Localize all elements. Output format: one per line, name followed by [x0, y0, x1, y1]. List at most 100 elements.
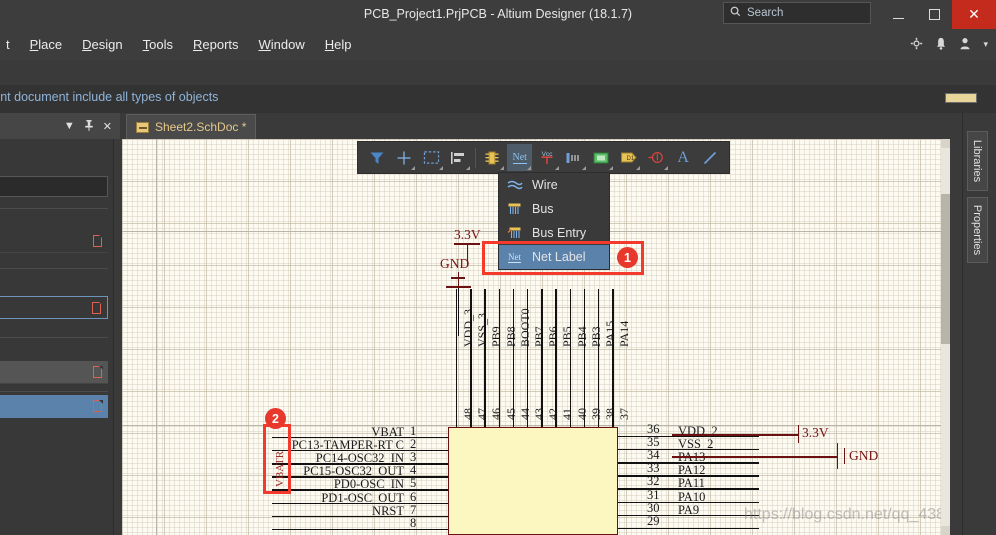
gnd-bar-2	[451, 277, 465, 279]
menu-item-edit[interactable]: t	[0, 34, 20, 55]
list-item[interactable]	[0, 296, 108, 319]
svg-text:D1: D1	[626, 156, 634, 162]
net-stem-gnd-right	[837, 443, 839, 469]
vertical-tab-label: Libraries	[971, 139, 984, 183]
bell-icon[interactable]	[935, 37, 947, 53]
canvas-vertical-scrollbar[interactable]	[941, 139, 950, 535]
port-icon[interactable]	[562, 144, 587, 171]
menu-item-wire[interactable]: Wire	[499, 173, 609, 197]
minimize-button[interactable]	[880, 0, 916, 29]
menu-item-help[interactable]: Help	[315, 34, 362, 55]
net-label-icon[interactable]: Net	[507, 144, 533, 171]
panel-header-controls: ▼ ✕	[0, 113, 120, 139]
menu-item-tools[interactable]: Tools	[133, 34, 183, 55]
pin-label: PA14	[617, 320, 632, 347]
component-body[interactable]	[448, 427, 618, 535]
component-icon[interactable]	[480, 144, 505, 171]
filter-icon[interactable]	[364, 144, 389, 171]
altium-designer-window: PCB_Project1.PrjPCB - Altium Designer (1…	[0, 0, 996, 535]
pin-wire	[272, 528, 448, 531]
list-item[interactable]	[0, 395, 108, 418]
gear-icon[interactable]	[910, 37, 923, 53]
filter-hint-row: urrent document include all types of obj…	[0, 85, 996, 113]
net-label-gnd-top[interactable]: GND	[440, 256, 469, 272]
menu-item-label: Wire	[532, 178, 558, 192]
net-label-3v3-right[interactable]: 3.3V	[802, 425, 829, 441]
align-icon[interactable]	[446, 144, 471, 171]
pin-label: PB3	[588, 326, 603, 347]
pin-icon[interactable]	[84, 119, 94, 134]
text-icon[interactable]: A	[671, 144, 696, 171]
scrollbar-thumb[interactable]	[941, 194, 950, 344]
pin-wire	[527, 289, 529, 427]
menu-item-window[interactable]: Window	[249, 34, 315, 55]
panel-divider	[0, 337, 108, 338]
toolbar-separator	[474, 147, 476, 168]
pin-number: 42	[546, 408, 561, 420]
pin-wire	[512, 289, 515, 427]
menu-item-label: Bus Entry	[532, 226, 587, 240]
watermark-text: https://blog.csdn.net/qq_43843118	[744, 506, 946, 523]
pin-label: PA15	[603, 320, 617, 347]
search-box[interactable]: Search	[723, 2, 871, 24]
pin-number: 45	[503, 408, 518, 420]
filter-hint-text: urrent document include all types of obj…	[0, 90, 219, 104]
designator-icon[interactable]: D1	[616, 144, 641, 171]
list-item[interactable]	[0, 230, 108, 253]
document-icon	[93, 365, 103, 378]
power-port-icon[interactable]: Vcc	[534, 144, 559, 171]
scroll-up-arrow[interactable]	[941, 139, 950, 148]
pin-number: 41	[560, 408, 575, 420]
net-stem-3v3-right	[798, 425, 800, 443]
no-erc-icon[interactable]	[643, 144, 668, 171]
active-bar-toolbar: Net Vcc D1 A	[357, 141, 730, 174]
close-button[interactable]: ✕	[952, 0, 996, 29]
pin-number: 38	[603, 408, 617, 420]
chevron-down-icon[interactable]: ▾	[983, 39, 988, 50]
pin-wire	[470, 289, 472, 427]
pin-label: VDD_3	[461, 309, 475, 347]
crosshair-icon[interactable]	[391, 144, 416, 171]
document-tab-label: Sheet2.SchDoc *	[155, 120, 247, 134]
chevron-down-icon[interactable]: ▼	[64, 120, 75, 132]
net-wire-gnd-right	[672, 456, 837, 458]
menu-item-label: Bus	[532, 202, 554, 216]
panel-divider	[0, 208, 108, 209]
net-label-3v3-top[interactable]: 3.3V	[454, 227, 481, 243]
annotation-badge-1: 1	[617, 247, 638, 268]
menu-label: ools	[149, 37, 173, 52]
panel-divider	[0, 268, 108, 269]
bus-entry-icon	[506, 226, 523, 241]
power-bar-3v3	[454, 243, 480, 245]
document-tab-sheet2[interactable]: Sheet2.SchDoc *	[126, 114, 257, 139]
maximize-button[interactable]	[916, 0, 952, 29]
user-icon[interactable]	[959, 37, 971, 53]
menu-item-bus[interactable]: Bus	[499, 197, 609, 221]
pin-label: PB5	[560, 326, 575, 347]
panel-search-input[interactable]	[0, 176, 108, 197]
menu-item-design[interactable]: Design	[72, 34, 132, 55]
menu-item-reports[interactable]: Reports	[183, 34, 249, 55]
net-label-gnd-right[interactable]: GND	[849, 448, 878, 464]
pin-wire	[612, 289, 614, 427]
menu-right-icons: ▾	[910, 29, 988, 60]
sheet-symbol-icon[interactable]	[589, 144, 614, 171]
pin-number: 29	[647, 513, 660, 528]
line-icon[interactable]	[698, 144, 723, 171]
list-item[interactable]	[0, 361, 108, 384]
search-icon	[730, 6, 741, 20]
menu-item-place[interactable]: Place	[20, 34, 73, 55]
pin-label: PB6	[546, 326, 561, 347]
bus-icon	[506, 202, 523, 217]
pin-number: 37	[617, 408, 632, 420]
scroll-down-arrow[interactable]	[941, 526, 950, 535]
vertical-tab-libraries[interactable]: Libraries	[967, 131, 988, 191]
rectangle-select-icon[interactable]	[418, 144, 443, 171]
close-icon[interactable]: ✕	[103, 120, 112, 133]
pin-number: 40	[574, 408, 589, 420]
gnd-stem	[458, 272, 460, 286]
pin-label: PB8	[503, 326, 518, 347]
vertical-tab-properties[interactable]: Properties	[967, 197, 988, 263]
left-docked-panel	[0, 139, 114, 535]
gnd-down-wire	[458, 288, 460, 336]
